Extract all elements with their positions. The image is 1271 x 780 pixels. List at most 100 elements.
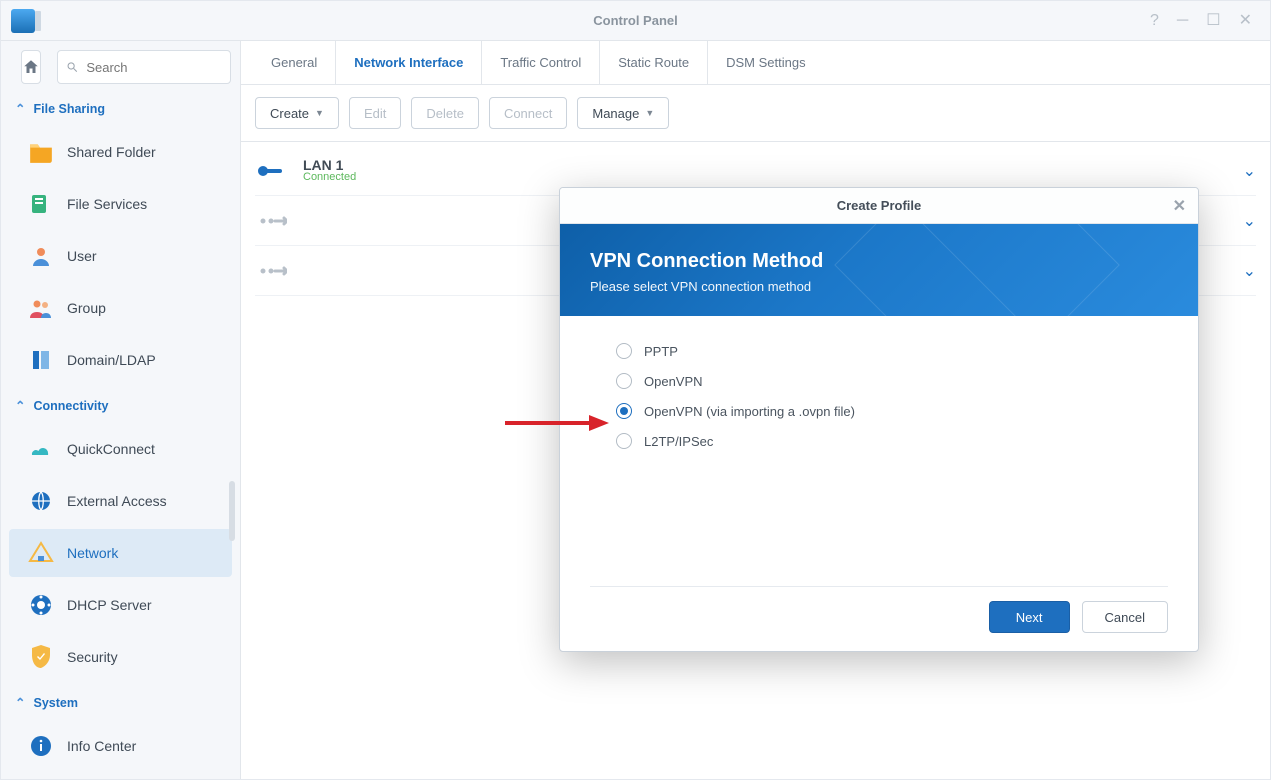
close-icon[interactable]: ✕ <box>1239 13 1252 29</box>
sidebar-item-quickconnect[interactable]: QuickConnect <box>9 425 232 473</box>
group-icon <box>27 294 55 322</box>
edit-button[interactable]: Edit <box>349 97 401 129</box>
section-file-sharing[interactable]: ⌃ File Sharing <box>1 91 240 124</box>
caret-down-icon: ▼ <box>645 108 654 118</box>
tab-network-interface[interactable]: Network Interface <box>336 41 482 84</box>
home-icon <box>22 58 40 76</box>
main-panel: General Network Interface Traffic Contro… <box>241 41 1270 779</box>
folder-icon <box>27 138 55 166</box>
radio-icon <box>616 373 632 389</box>
minimize-icon[interactable]: ─ <box>1177 13 1188 29</box>
scrollbar-thumb[interactable] <box>229 481 235 541</box>
modal-footer: Next Cancel <box>560 587 1198 651</box>
tab-static-route[interactable]: Static Route <box>600 41 708 84</box>
radio-icon <box>616 403 632 419</box>
modal-subtitle: Please select VPN connection method <box>590 279 1168 294</box>
help-icon[interactable]: ? <box>1150 13 1159 29</box>
modal-title: Create Profile <box>837 198 922 213</box>
section-label: Connectivity <box>33 399 108 413</box>
user-icon <box>27 242 55 270</box>
sidebar-item-info-center[interactable]: Info Center <box>9 722 232 770</box>
sidebar-item-label: DHCP Server <box>67 597 152 613</box>
sidebar-item-label: Info Center <box>67 738 136 754</box>
chevron-down-icon: ⌄ <box>1243 261 1256 281</box>
create-button[interactable]: Create▼ <box>255 97 339 129</box>
network-icon <box>27 539 55 567</box>
window-title: Control Panel <box>1 13 1270 28</box>
chevron-up-icon: ⌃ <box>15 695 25 710</box>
sidebar-item-external-access[interactable]: External Access <box>9 477 232 525</box>
sidebar-item-label: Group <box>67 300 106 316</box>
connect-button[interactable]: Connect <box>489 97 567 129</box>
radio-label: OpenVPN (via importing a .ovpn file) <box>644 404 855 419</box>
tab-bar: General Network Interface Traffic Contro… <box>241 41 1270 85</box>
lan-disconnected-icon <box>255 214 289 228</box>
sidebar-item-label: QuickConnect <box>67 441 155 457</box>
sidebar-item-label: User <box>67 248 97 264</box>
sidebar-item-theme[interactable]: Theme <box>9 774 232 779</box>
section-connectivity[interactable]: ⌃ Connectivity <box>1 388 240 421</box>
radio-label: OpenVPN <box>644 374 703 389</box>
radio-label: PPTP <box>644 344 678 359</box>
next-button[interactable]: Next <box>989 601 1070 633</box>
radio-label: L2TP/IPSec <box>644 434 713 449</box>
file-services-icon <box>27 190 55 218</box>
radio-openvpn[interactable]: OpenVPN <box>616 366 1168 396</box>
sidebar-item-network[interactable]: Network <box>9 529 232 577</box>
home-button[interactable] <box>21 50 41 84</box>
maximize-icon[interactable]: ☐ <box>1206 13 1220 29</box>
sidebar-item-label: Security <box>67 649 118 665</box>
create-profile-modal: Create Profile ✕ VPN Connection Method P… <box>559 187 1199 652</box>
section-label: File Sharing <box>33 102 105 116</box>
search-input[interactable] <box>84 59 222 76</box>
radio-icon <box>616 343 632 359</box>
tab-dsm-settings[interactable]: DSM Settings <box>708 41 823 84</box>
info-icon <box>27 732 55 760</box>
section-label: System <box>33 696 77 710</box>
sidebar-item-label: Shared Folder <box>67 144 156 160</box>
tab-general[interactable]: General <box>253 41 336 84</box>
chevron-up-icon: ⌃ <box>15 101 25 116</box>
sidebar: ⌃ File Sharing Shared Folder File Servic… <box>1 41 241 779</box>
modal-hero: VPN Connection Method Please select VPN … <box>560 224 1198 316</box>
titlebar: Control Panel ? ─ ☐ ✕ <box>1 1 1270 41</box>
lan-connected-icon <box>255 164 289 178</box>
section-system[interactable]: ⌃ System <box>1 685 240 718</box>
sidebar-item-dhcp-server[interactable]: DHCP Server <box>9 581 232 629</box>
sidebar-item-shared-folder[interactable]: Shared Folder <box>9 128 232 176</box>
chevron-down-icon: ⌄ <box>1243 161 1256 181</box>
sidebar-item-domain-ldap[interactable]: Domain/LDAP <box>9 336 232 384</box>
interface-status: Connected <box>303 171 356 184</box>
globe-icon <box>27 487 55 515</box>
cloud-icon <box>27 435 55 463</box>
radio-l2tp-ipsec[interactable]: L2TP/IPSec <box>616 426 1168 456</box>
shield-icon <box>27 643 55 671</box>
search-icon <box>66 60 78 74</box>
lan-disconnected-icon <box>255 264 289 278</box>
close-icon[interactable]: ✕ <box>1173 196 1186 216</box>
radio-icon <box>616 433 632 449</box>
cancel-button[interactable]: Cancel <box>1082 601 1168 633</box>
dhcp-icon <box>27 591 55 619</box>
sidebar-item-label: External Access <box>67 493 167 509</box>
domain-ldap-icon <box>27 346 55 374</box>
modal-titlebar: Create Profile ✕ <box>560 188 1198 224</box>
modal-heading: VPN Connection Method <box>590 250 1168 273</box>
tab-traffic-control[interactable]: Traffic Control <box>482 41 600 84</box>
control-panel-window: Control Panel ? ─ ☐ ✕ ⌃ File Sharin <box>0 0 1271 780</box>
modal-body: PPTP OpenVPN OpenVPN (via importing a .o… <box>560 316 1198 586</box>
sidebar-item-file-services[interactable]: File Services <box>9 180 232 228</box>
chevron-up-icon: ⌃ <box>15 398 25 413</box>
sidebar-item-label: File Services <box>67 196 147 212</box>
app-icon <box>11 9 35 33</box>
manage-button[interactable]: Manage▼ <box>577 97 669 129</box>
radio-openvpn-ovpn[interactable]: OpenVPN (via importing a .ovpn file) <box>616 396 1168 426</box>
radio-pptp[interactable]: PPTP <box>616 336 1168 366</box>
sidebar-item-security[interactable]: Security <box>9 633 232 681</box>
delete-button[interactable]: Delete <box>411 97 479 129</box>
sidebar-item-label: Domain/LDAP <box>67 352 156 368</box>
search-box[interactable] <box>57 50 231 84</box>
chevron-down-icon: ⌄ <box>1243 211 1256 231</box>
sidebar-item-user[interactable]: User <box>9 232 232 280</box>
sidebar-item-group[interactable]: Group <box>9 284 232 332</box>
